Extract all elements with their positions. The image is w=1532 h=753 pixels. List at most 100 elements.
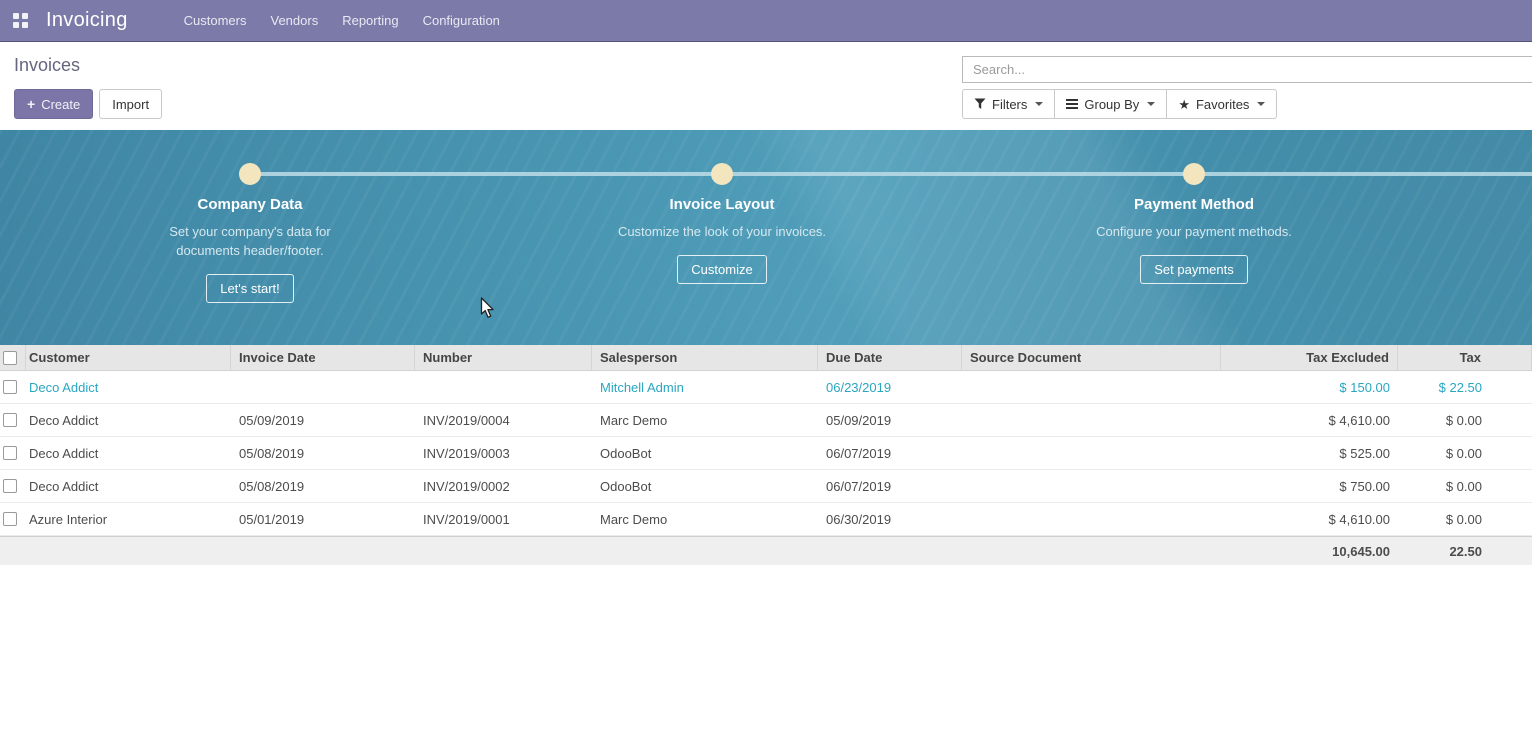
cell-due-date: 05/09/2019 <box>818 404 962 436</box>
column-header-customer[interactable]: Customer <box>26 345 231 370</box>
cell-invoice-date: 05/09/2019 <box>231 404 415 436</box>
action-buttons: + Create Import <box>14 89 162 119</box>
cell-tax: $ 0.00 <box>1398 470 1532 502</box>
column-header-tax[interactable]: Tax <box>1398 345 1532 370</box>
onboarding-step-payment-method: Payment Method Configure your payment me… <box>1034 196 1354 284</box>
search-input[interactable] <box>962 56 1532 83</box>
menu-configuration[interactable]: Configuration <box>411 0 512 42</box>
cell-number <box>415 371 592 403</box>
cell-salesperson: OdooBot <box>592 437 818 469</box>
cell-tax: $ 0.00 <box>1398 437 1532 469</box>
cell-invoice-date <box>231 371 415 403</box>
cell-due-date: 06/07/2019 <box>818 437 962 469</box>
apps-menu-button[interactable] <box>0 0 40 42</box>
column-header-due-date[interactable]: Due Date <box>818 345 962 370</box>
main-menu: Customers Vendors Reporting Configuratio… <box>172 0 512 42</box>
invoice-list-view: Customer Invoice Date Number Salesperson… <box>0 345 1532 565</box>
table-row[interactable]: Deco Addict 05/09/2019 INV/2019/0004 Mar… <box>0 404 1532 437</box>
row-checkbox[interactable] <box>3 479 17 493</box>
column-header-salesperson[interactable]: Salesperson <box>592 345 818 370</box>
cell-source-document <box>962 404 1221 436</box>
cell-customer: Deco Addict <box>26 404 231 436</box>
menu-customers[interactable]: Customers <box>172 0 259 42</box>
column-header-invoice-date[interactable]: Invoice Date <box>231 345 415 370</box>
cell-tax-excluded: $ 150.00 <box>1221 371 1398 403</box>
caret-down-icon <box>1257 102 1265 106</box>
caret-down-icon <box>1147 102 1155 106</box>
table-row[interactable]: Deco Addict 05/08/2019 INV/2019/0002 Odo… <box>0 470 1532 503</box>
cell-source-document <box>962 503 1221 535</box>
top-navbar: Invoicing Customers Vendors Reporting Co… <box>0 0 1532 42</box>
cell-due-date: 06/07/2019 <box>818 470 962 502</box>
menu-reporting[interactable]: Reporting <box>330 0 410 42</box>
column-header-number[interactable]: Number <box>415 345 592 370</box>
cell-tax-excluded: $ 750.00 <box>1221 470 1398 502</box>
step-dot-payment-method <box>1183 163 1205 185</box>
cell-source-document <box>962 437 1221 469</box>
table-footer-row: 10,645.00 22.50 <box>0 536 1532 565</box>
cell-customer: Azure Interior <box>26 503 231 535</box>
cell-salesperson: Mitchell Admin <box>592 371 818 403</box>
cell-tax: $ 0.00 <box>1398 404 1532 436</box>
caret-down-icon <box>1035 102 1043 106</box>
cell-salesperson: Marc Demo <box>592 503 818 535</box>
favorites-button-label: Favorites <box>1196 97 1249 112</box>
page-title: Invoices <box>14 55 80 76</box>
select-all-checkbox[interactable] <box>3 351 17 365</box>
onboarding-step-company-data: Company Data Set your company's data for… <box>90 196 410 303</box>
lets-start-button[interactable]: Let's start! <box>206 274 294 303</box>
table-row[interactable]: Deco Addict Mitchell Admin 06/23/2019 $ … <box>0 371 1532 404</box>
onboarding-progress-line <box>250 172 1532 176</box>
table-body: Deco Addict Mitchell Admin 06/23/2019 $ … <box>0 371 1532 536</box>
cell-number: INV/2019/0002 <box>415 470 592 502</box>
table-row[interactable]: Deco Addict 05/08/2019 INV/2019/0003 Odo… <box>0 437 1532 470</box>
cell-tax-excluded: $ 525.00 <box>1221 437 1398 469</box>
step-dot-invoice-layout <box>711 163 733 185</box>
column-header-source-document[interactable]: Source Document <box>962 345 1221 370</box>
cell-tax: $ 22.50 <box>1398 371 1532 403</box>
favorites-button[interactable]: ★ Favorites <box>1167 89 1277 119</box>
filters-button[interactable]: Filters <box>962 89 1055 119</box>
create-button[interactable]: + Create <box>14 89 93 119</box>
group-by-button[interactable]: Group By <box>1055 89 1167 119</box>
customize-button[interactable]: Customize <box>677 255 766 284</box>
onboarding-step-invoice-layout: Invoice Layout Customize the look of you… <box>562 196 882 284</box>
cell-customer: Deco Addict <box>26 470 231 502</box>
group-by-button-label: Group By <box>1084 97 1139 112</box>
row-checkbox[interactable] <box>3 413 17 427</box>
select-all-checkbox-cell <box>0 345 26 370</box>
import-button[interactable]: Import <box>99 89 162 119</box>
step-title: Payment Method <box>1034 196 1354 213</box>
cell-source-document <box>962 470 1221 502</box>
step-title: Company Data <box>90 196 410 213</box>
cell-invoice-date: 05/08/2019 <box>231 437 415 469</box>
set-payments-button[interactable]: Set payments <box>1140 255 1248 284</box>
table-row[interactable]: Azure Interior 05/01/2019 INV/2019/0001 … <box>0 503 1532 536</box>
cell-tax-excluded: $ 4,610.00 <box>1221 404 1398 436</box>
footer-spacer <box>0 537 1221 565</box>
step-dot-company-data <box>239 163 261 185</box>
row-checkbox[interactable] <box>3 512 17 526</box>
menu-vendors[interactable]: Vendors <box>259 0 331 42</box>
row-checkbox-cell <box>0 404 26 436</box>
cell-tax: $ 0.00 <box>1398 503 1532 535</box>
cell-salesperson: Marc Demo <box>592 404 818 436</box>
filters-button-label: Filters <box>992 97 1027 112</box>
row-checkbox-cell <box>0 371 26 403</box>
column-header-tax-excluded[interactable]: Tax Excluded <box>1221 345 1398 370</box>
cell-tax-excluded: $ 4,610.00 <box>1221 503 1398 535</box>
row-checkbox[interactable] <box>3 446 17 460</box>
search-option-buttons: Filters Group By ★ Favorites <box>962 89 1277 119</box>
filter-funnel-icon <box>974 98 986 110</box>
row-checkbox-cell <box>0 470 26 502</box>
app-title: Invoicing <box>46 9 128 32</box>
cell-number: INV/2019/0001 <box>415 503 592 535</box>
row-checkbox[interactable] <box>3 380 17 394</box>
step-description: Configure your payment methods. <box>1083 222 1305 241</box>
plus-icon: + <box>27 96 35 112</box>
cell-customer: Deco Addict <box>26 371 231 403</box>
cell-number: INV/2019/0003 <box>415 437 592 469</box>
group-by-bars-icon <box>1066 99 1078 109</box>
row-checkbox-cell <box>0 503 26 535</box>
cell-invoice-date: 05/01/2019 <box>231 503 415 535</box>
